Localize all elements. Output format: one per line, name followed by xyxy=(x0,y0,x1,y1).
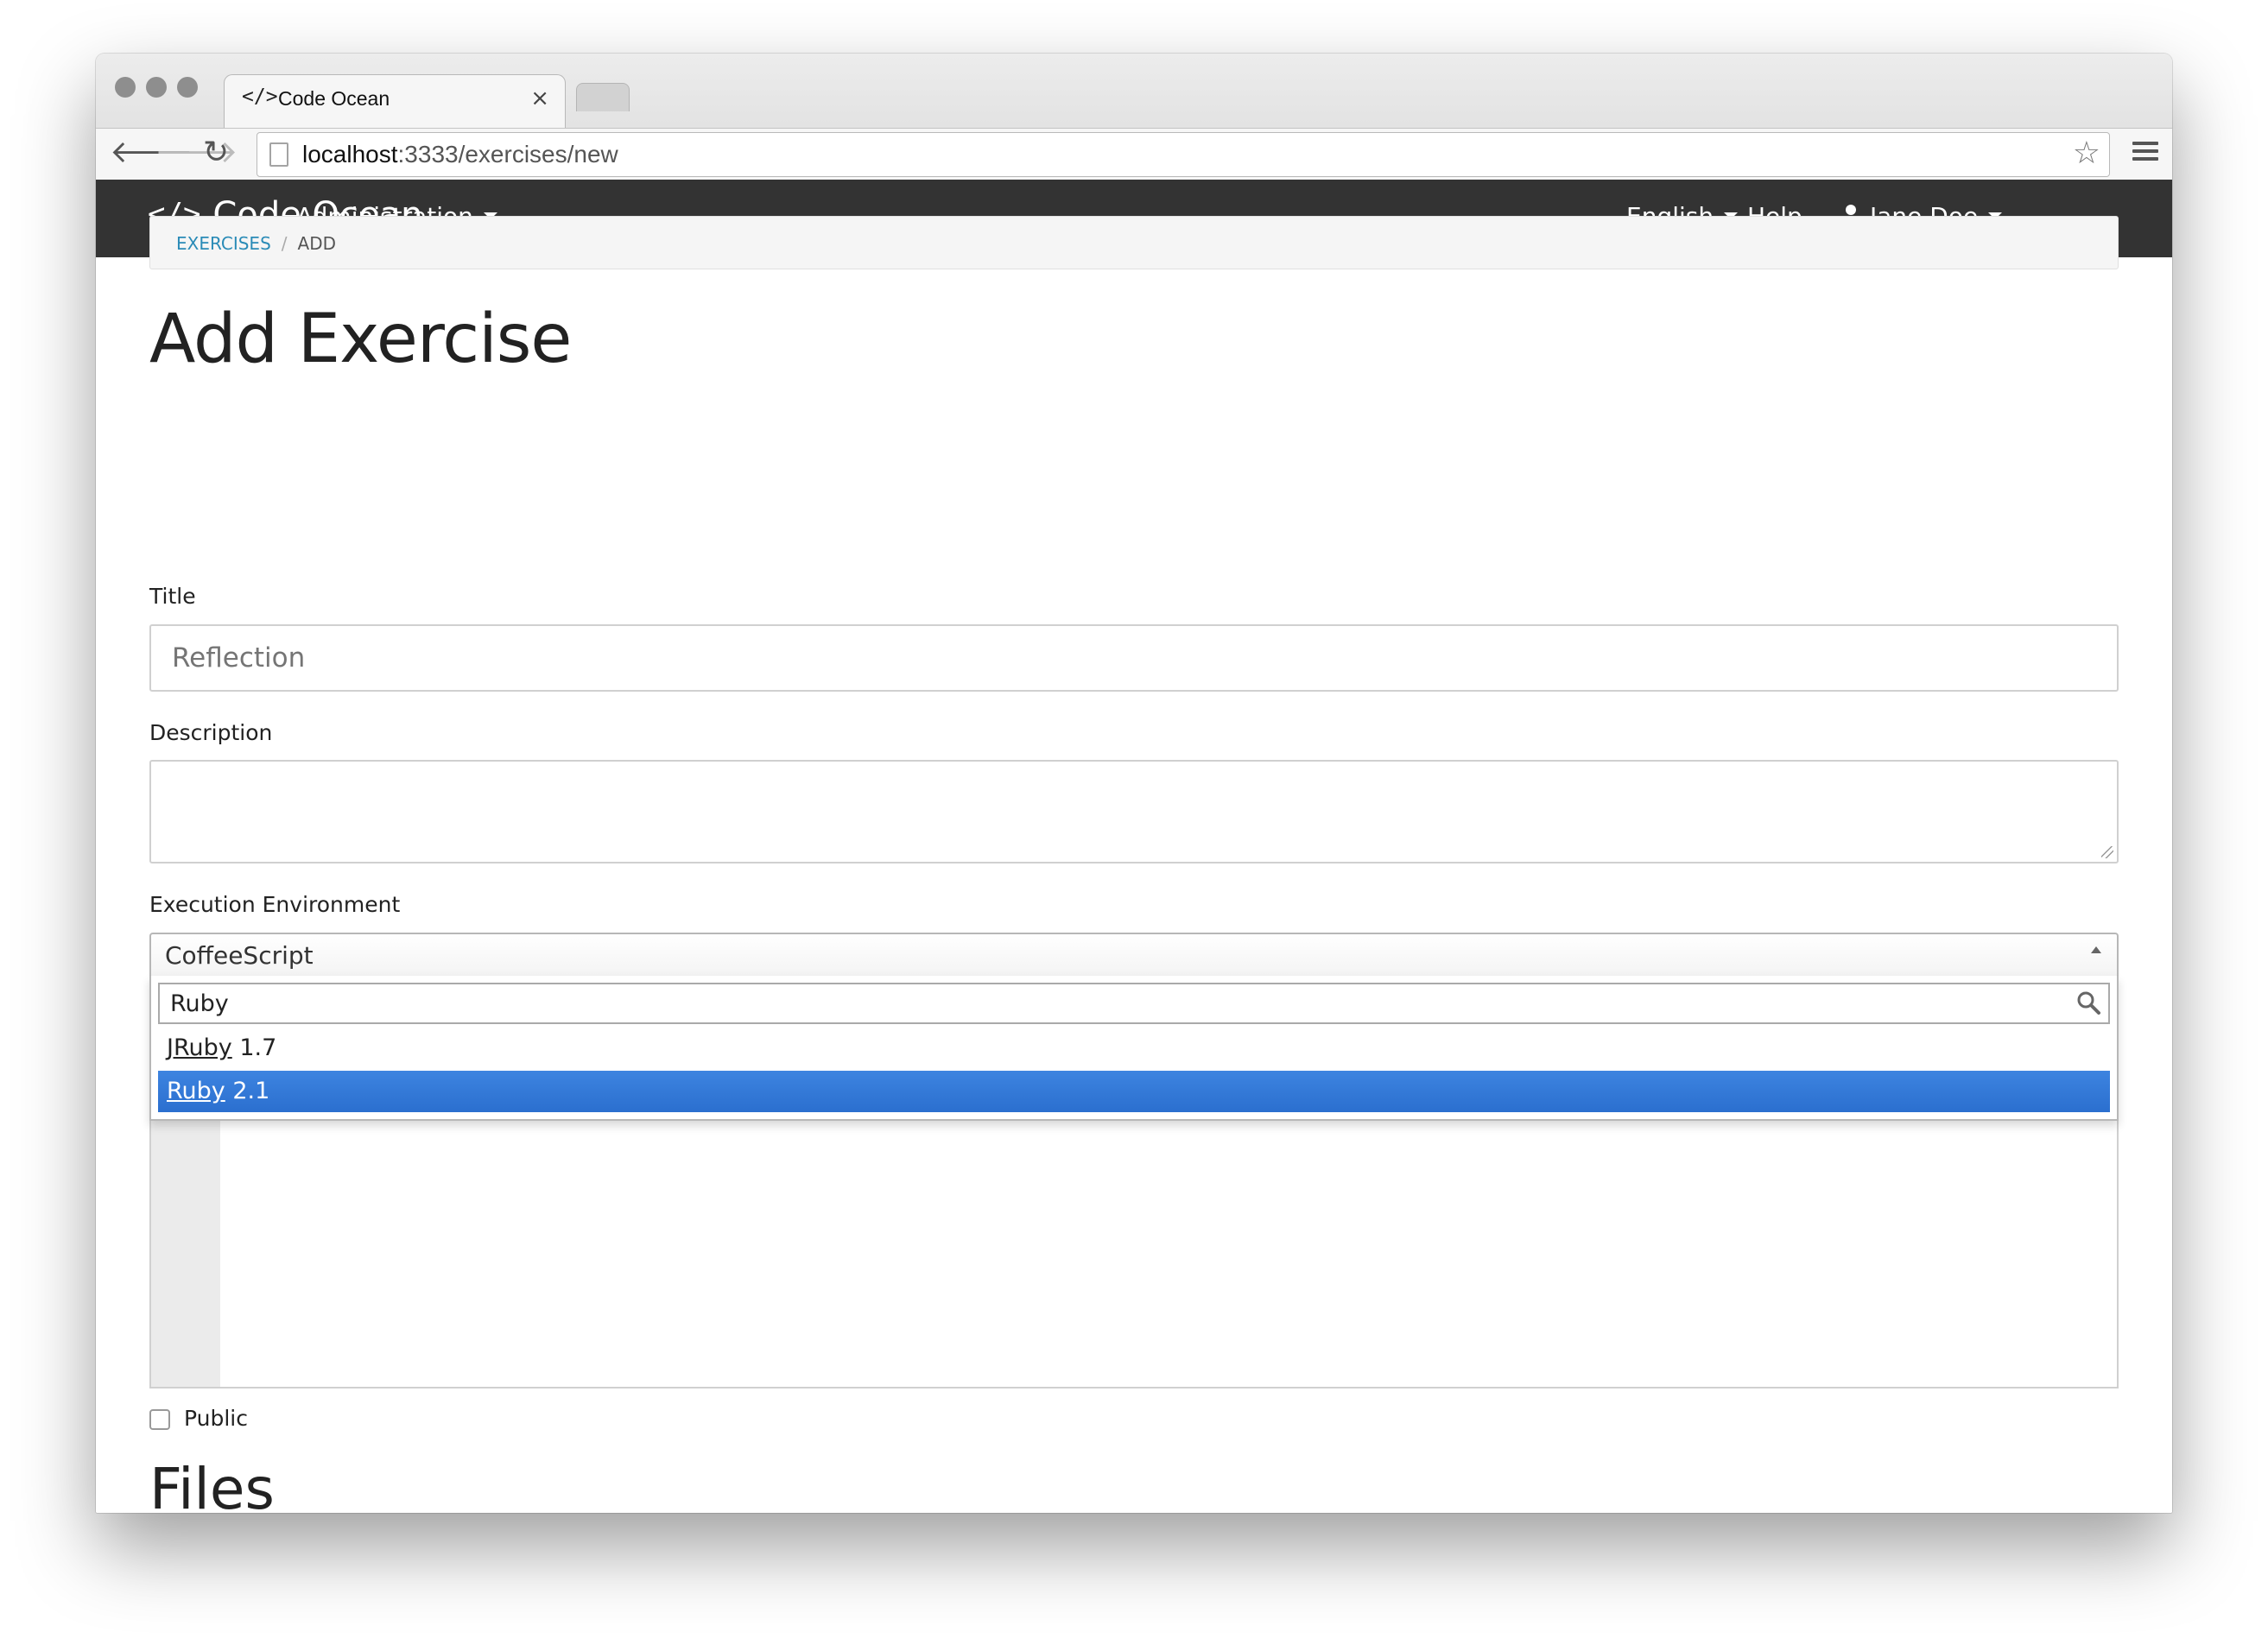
resize-handle-icon[interactable] xyxy=(2101,846,2113,858)
browser-toolbar: 🡐 🡒 ↻ localhost:3333/exercises/new ☆ xyxy=(96,128,2172,181)
zoom-window-button[interactable] xyxy=(177,77,198,98)
description-label: Description xyxy=(149,720,273,745)
close-window-button[interactable] xyxy=(115,77,136,98)
minimize-window-button[interactable] xyxy=(146,77,167,98)
files-heading: Files xyxy=(149,1456,275,1513)
environment-search-input[interactable] xyxy=(158,983,2110,1024)
public-label[interactable]: Public xyxy=(184,1406,248,1431)
bookmark-star-icon[interactable]: ☆ xyxy=(2073,136,2100,171)
url-text: localhost:3333/exercises/new xyxy=(302,141,618,168)
option-rest-text: 2.1 xyxy=(225,1078,270,1104)
browser-chrome: </> Code Ocean × 🡐 🡒 ↻ localhost:3333/ex… xyxy=(96,54,2172,181)
browser-tab[interactable]: </> Code Ocean × xyxy=(224,74,566,129)
option-rest-text: 1.7 xyxy=(231,1034,277,1061)
page-title: Add Exercise xyxy=(149,300,572,378)
url-host: localhost xyxy=(302,141,398,168)
breadcrumb-separator: / xyxy=(281,233,288,254)
title-input[interactable] xyxy=(149,624,2119,692)
environment-option-highlighted[interactable]: Ruby 2.1 xyxy=(158,1071,2110,1112)
breadcrumb-current: Add xyxy=(297,233,336,254)
new-tab-button[interactable] xyxy=(576,83,630,111)
page-icon xyxy=(269,142,288,167)
option-match-text: JRuby xyxy=(167,1034,232,1061)
description-textarea[interactable] xyxy=(149,760,2119,863)
tab-title: Code Ocean xyxy=(278,87,390,110)
environment-select[interactable]: CoffeeScript xyxy=(149,933,2119,977)
page-content: </>Code Ocean Administration English Hel… xyxy=(96,180,2172,1513)
option-match-text: Ruby xyxy=(167,1078,225,1104)
close-tab-icon[interactable]: × xyxy=(530,85,549,111)
environment-option[interactable]: JRuby 1.7 xyxy=(158,1028,2110,1069)
breadcrumb-exercises-link[interactable]: Exercises xyxy=(176,233,271,254)
browser-window: </> Code Ocean × 🡐 🡒 ↻ localhost:3333/ex… xyxy=(96,54,2172,1513)
browser-menu-icon[interactable] xyxy=(2132,137,2158,165)
environment-label: Execution Environment xyxy=(149,892,401,917)
environment-selected-value: CoffeeScript xyxy=(165,941,314,970)
address-bar[interactable]: localhost:3333/exercises/new ☆ xyxy=(257,132,2110,177)
reload-icon[interactable]: ↻ xyxy=(203,136,229,170)
url-path: :3333/exercises/new xyxy=(397,141,618,168)
arrow-up-icon xyxy=(2091,946,2101,953)
environment-dropdown: JRuby 1.7 Ruby 2.1 xyxy=(149,976,2119,1121)
search-icon xyxy=(2077,991,2100,1015)
code-icon: </> xyxy=(242,85,278,108)
title-label: Title xyxy=(149,584,196,609)
breadcrumb: Exercises / Add xyxy=(149,216,2119,269)
public-checkbox[interactable] xyxy=(149,1409,170,1430)
